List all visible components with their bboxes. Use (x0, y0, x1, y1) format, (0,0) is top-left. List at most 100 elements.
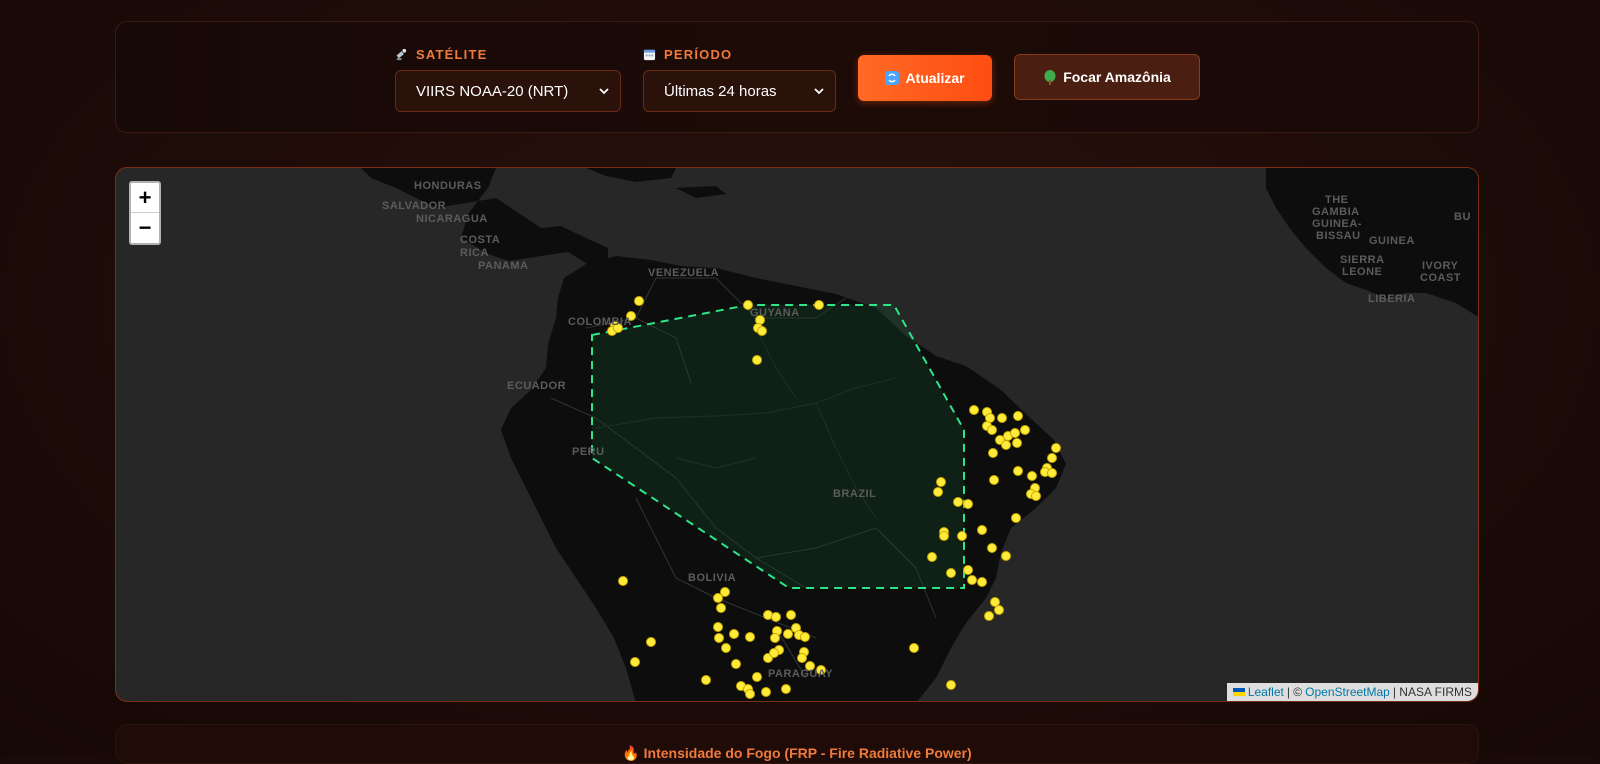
fire-hotspot-marker[interactable] (994, 605, 1004, 615)
map-label-brazil: BRAZIL (833, 488, 877, 500)
period-select[interactable]: Últimas 24 horas (643, 70, 836, 112)
fire-hotspot-marker[interactable] (618, 576, 628, 586)
fire-hotspot-marker[interactable] (646, 637, 656, 647)
fire-hotspot-marker[interactable] (927, 552, 937, 562)
chevron-down-icon (599, 88, 609, 95)
fire-hotspot-marker[interactable] (988, 448, 998, 458)
fire-hotspot-marker[interactable] (757, 326, 767, 336)
fire-hotspot-marker[interactable] (977, 577, 987, 587)
map-label-venezuela: VENEZUELA (648, 267, 720, 279)
map-canvas (361, 168, 1478, 701)
fire-hotspot-marker[interactable] (800, 632, 810, 642)
focus-amazon-button[interactable]: Focar Amazônia (1014, 54, 1200, 100)
fire-hotspot-marker[interactable] (946, 680, 956, 690)
fire-hotspot-marker[interactable] (634, 296, 644, 306)
fire-hotspot-marker[interactable] (909, 643, 919, 653)
map-label-salvador: SALVADOR (382, 200, 447, 212)
fire-hotspot-marker[interactable] (630, 657, 640, 667)
map-label-coast: COAST (1420, 272, 1461, 284)
legend-title: Intensidade do Fogo (FRP - Fire Radiativ… (643, 745, 972, 761)
fire-hotspot-marker[interactable] (1047, 468, 1057, 478)
fire-hotspot-marker[interactable] (752, 355, 762, 365)
zoom-out-button[interactable]: − (131, 213, 159, 243)
fire-hotspot-marker[interactable] (987, 425, 997, 435)
zoom-in-button[interactable]: + (131, 183, 159, 213)
fire-hotspot-marker[interactable] (997, 413, 1007, 423)
fire-hotspot-marker[interactable] (946, 568, 956, 578)
fire-hotspot-marker[interactable] (771, 612, 781, 622)
fire-hotspot-marker[interactable] (953, 497, 963, 507)
fire-hotspot-marker[interactable] (721, 643, 731, 653)
satellite-label: SATÉLITE (416, 46, 488, 62)
fire-hotspot-marker[interactable] (770, 633, 780, 643)
fire-hotspot-marker[interactable] (701, 675, 711, 685)
chevron-down-icon (814, 88, 824, 95)
fire-hotspot-marker[interactable] (752, 672, 762, 682)
fire-hotspot-marker[interactable] (731, 659, 741, 669)
openstreetmap-link[interactable]: OpenStreetMap (1305, 685, 1390, 699)
controls-panel: SATÉLITE VIIRS NOAA-20 (NRT) PERÍODO Últ… (115, 21, 1479, 133)
fire-hotspot-marker[interactable] (1047, 453, 1057, 463)
fire-hotspot-marker[interactable] (969, 405, 979, 415)
fire-hotspot-marker[interactable] (933, 487, 943, 497)
fire-hotspot-marker[interactable] (729, 629, 739, 639)
satellite-select[interactable]: VIIRS NOAA-20 (NRT) (395, 70, 621, 112)
map-label-liberia: LIBERIA (1368, 293, 1416, 305)
fire-map[interactable]: HONDURAS SALVADOR NICARAGUA COSTA RICA P… (115, 167, 1479, 702)
map-label-costa: COSTA (460, 234, 501, 246)
fire-icon: 🔥 (622, 745, 640, 761)
legend-panel: 🔥 Intensidade do Fogo (FRP - Fire Radiat… (115, 724, 1479, 764)
fire-hotspot-marker[interactable] (939, 531, 949, 541)
fire-hotspot-marker[interactable] (1013, 411, 1023, 421)
ukraine-flag-icon (1232, 688, 1245, 696)
fire-hotspot-marker[interactable] (936, 477, 946, 487)
fire-hotspot-marker[interactable] (769, 648, 779, 658)
satellite-group: SATÉLITE VIIRS NOAA-20 (NRT) (395, 46, 621, 112)
fire-hotspot-marker[interactable] (713, 622, 723, 632)
refresh-icon (885, 71, 900, 85)
map-label-guinea-bissau-1: GUINEA- (1312, 218, 1362, 230)
fire-hotspot-marker[interactable] (1020, 425, 1030, 435)
fire-hotspot-marker[interactable] (1012, 438, 1022, 448)
fire-hotspot-marker[interactable] (714, 633, 724, 643)
update-button[interactable]: Atualizar (858, 55, 992, 101)
fire-hotspot-marker[interactable] (797, 653, 807, 663)
fire-hotspot-marker[interactable] (713, 593, 723, 603)
map-label-paraguay: PARAGUAY (768, 668, 834, 680)
fire-hotspot-marker[interactable] (989, 475, 999, 485)
fire-hotspot-marker[interactable] (1011, 513, 1021, 523)
period-label: PERÍODO (664, 46, 733, 62)
fire-hotspot-marker[interactable] (1051, 443, 1061, 453)
leaflet-link[interactable]: Leaflet (1248, 685, 1284, 699)
fire-hotspot-marker[interactable] (1013, 466, 1023, 476)
fire-hotspot-marker[interactable] (984, 611, 994, 621)
fire-hotspot-marker[interactable] (1001, 440, 1011, 450)
fire-hotspot-marker[interactable] (761, 687, 771, 697)
fire-hotspot-marker[interactable] (783, 629, 793, 639)
tree-icon (1044, 69, 1056, 85)
map-label-the: THE (1325, 194, 1349, 206)
fire-hotspot-marker[interactable] (977, 525, 987, 535)
fire-hotspot-marker[interactable] (716, 603, 726, 613)
fire-hotspot-marker[interactable] (1027, 471, 1037, 481)
fire-hotspot-marker[interactable] (781, 684, 791, 694)
satellite-icon (396, 48, 407, 60)
map-label-guyana: GUYANA (750, 307, 800, 319)
fire-hotspot-marker[interactable] (967, 575, 977, 585)
fire-hotspot-marker[interactable] (1001, 551, 1011, 561)
map-label-ivory: IVORY (1422, 260, 1459, 272)
fire-hotspot-marker[interactable] (745, 632, 755, 642)
map-label-nicaragua: NICARAGUA (416, 213, 488, 225)
fire-hotspot-marker[interactable] (786, 610, 796, 620)
fire-hotspot-marker[interactable] (814, 300, 824, 310)
caribbean-islands (586, 168, 726, 198)
fire-hotspot-marker[interactable] (987, 543, 997, 553)
fire-hotspot-marker[interactable] (957, 531, 967, 541)
fire-hotspot-marker[interactable] (745, 689, 755, 699)
fire-hotspot-marker[interactable] (1010, 428, 1020, 438)
calendar-icon (643, 49, 656, 60)
fire-hotspot-marker[interactable] (963, 499, 973, 509)
map-label-ecuador: ECUADOR (507, 380, 567, 392)
fire-hotspot-marker[interactable] (1031, 491, 1041, 501)
fire-hotspot-marker[interactable] (963, 565, 973, 575)
